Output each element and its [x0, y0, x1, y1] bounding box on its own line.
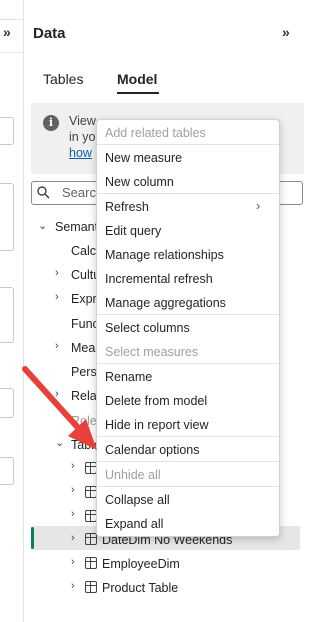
- annotation-arrow-icon: [22, 366, 97, 450]
